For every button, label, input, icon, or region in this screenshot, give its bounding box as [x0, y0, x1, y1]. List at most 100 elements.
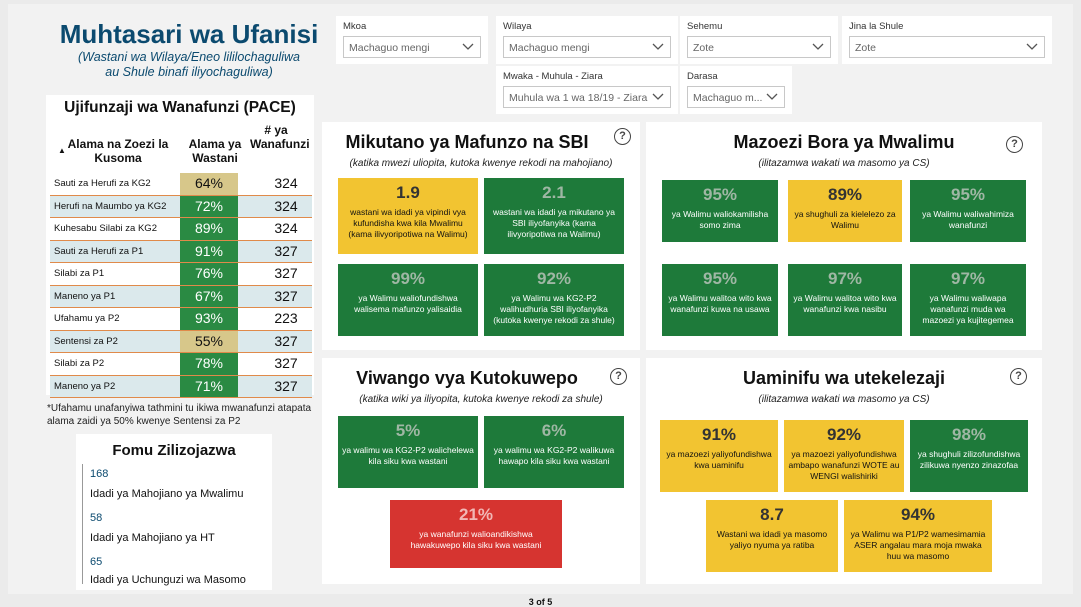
metric-value: 91%: [701, 425, 737, 444]
filter-mwaka[interactable]: Mwaka - Muhula - Ziara Muhula wa 1 wa 18…: [496, 66, 678, 114]
metric-card: 1.9 wastani wa idadi ya vipindi vya kufu…: [338, 178, 478, 254]
metric-desc: ya shughuli zilizofundishwa zilikuwa nye…: [917, 449, 1021, 470]
mkoa-dropdown[interactable]: Machaguo mengi: [343, 36, 481, 58]
metric-value: 92%: [826, 425, 862, 444]
sort-ascending-icon[interactable]: ▲: [58, 146, 66, 155]
metric-value: 94%: [900, 505, 936, 524]
row-name: Sauti za Herufi za KG2: [54, 178, 151, 189]
mwaka-dropdown[interactable]: Muhula wa 1 wa 18/19 - Ziara ya 1: [503, 86, 671, 108]
panel-subtitle: (ilitazamwa wakati wa masomo ya CS): [758, 158, 930, 169]
metric-value: 6%: [541, 421, 567, 440]
filter-label: Wilaya: [503, 21, 532, 32]
metric-value: 21%: [458, 505, 494, 524]
metric-value: 95%: [950, 185, 986, 204]
metric-card: 92% ya Walimu wa KG2-P2 walihudhuria SBI…: [484, 264, 624, 336]
filter-label: Jina la Shule: [849, 21, 904, 32]
row-name: Silabi za P2: [54, 358, 105, 369]
panel-subtitle: (ilitazamwa wakati wa masomo ya CS): [758, 394, 930, 405]
table-row: Maneno ya P2 71% 327: [50, 375, 312, 398]
row-count: 327: [274, 242, 298, 259]
pace-rows: Sauti za Herufi za KG2 64% 324 Herufi na…: [50, 173, 312, 398]
metric-desc: ya wanafunzi walioandikishwa hawakuwepo …: [410, 529, 542, 550]
page-title: Muhtasari wa Ufanisi: [59, 19, 319, 49]
filter-wilaya[interactable]: Wilaya Machaguo mengi: [496, 16, 678, 64]
metric-desc: ya Walimu walitoa wito kwa wanafunzi kwa…: [793, 293, 897, 314]
panel-uaminifu: Uaminifu wa utekelezaji ? (ilitazamwa wa…: [646, 358, 1042, 584]
filter-label: Darasa: [687, 71, 718, 82]
metric-card: 95% ya Walimu waliokamilisha somo zima: [662, 180, 778, 242]
metric-value: 95%: [702, 185, 738, 204]
filter-shule[interactable]: Jina la Shule Zote: [842, 16, 1052, 64]
metric-desc: ya Walimu waliofundishwa walisema mafunz…: [354, 293, 462, 314]
metric-card: 21% ya wanafunzi walioandikishwa hawakuw…: [390, 500, 562, 568]
table-row: Maneno ya P1 67% 327: [50, 285, 312, 308]
dropdown-value: Zote: [693, 42, 715, 54]
metric-card: 97% ya Walimu walitoa wito kwa wanafunzi…: [788, 264, 902, 336]
metric-card: 8.7 Wastani wa idadi ya masomo yaliyo ny…: [706, 500, 838, 572]
help-icon[interactable]: ?: [1010, 368, 1027, 385]
dropdown-value: Machaguo m...: [693, 92, 762, 104]
row-count: 324: [274, 175, 298, 191]
panel-sbi: Mikutano ya Mafunzo na SBI ? (katika mwe…: [322, 122, 640, 350]
forms-count: 58: [90, 512, 103, 524]
metric-card: 97% ya Walimu waliwapa wanafunzi muda wa…: [910, 264, 1026, 336]
metric-value: 8.7: [760, 505, 784, 524]
dropdown-value: Machaguo mengi: [509, 42, 590, 54]
metric-card: 94% ya Walimu wa P1/P2 wamesimamia ASER …: [844, 500, 992, 572]
dropdown-value: Muhula wa 1 wa 18/19 - Ziara ya 1: [509, 92, 648, 104]
panel-title: Uaminifu wa utekelezaji: [742, 368, 946, 388]
panel-viwango: Viwango vya Kutokuwepo ? (katika wiki ya…: [322, 358, 640, 584]
metric-value: 89%: [827, 185, 863, 204]
row-count: 327: [274, 355, 298, 371]
metric-desc: ya Walimu wa P1/P2 wamesimamia ASER anga…: [850, 529, 986, 561]
row-score: 72%: [180, 195, 238, 217]
metric-card: 92% ya mazoezi yaliyofundishwa ambapo wa…: [784, 420, 904, 492]
row-name: Sentensi za P2: [54, 335, 118, 347]
col-header-alama[interactable]: Alama ya Wastani: [184, 137, 246, 165]
help-icon[interactable]: ?: [610, 368, 627, 385]
metric-desc: ya mazoezi yaliyofundishwa kwa uaminifu: [666, 449, 772, 470]
row-count: 324: [274, 197, 298, 214]
row-score: 55%: [180, 330, 238, 352]
filter-sehemu[interactable]: Sehemu Zote: [680, 16, 838, 64]
row-name: Ufahamu ya P2: [54, 313, 120, 324]
forms-title: Fomu Zilizojazwa: [112, 442, 236, 459]
table-row: Ufahamu ya P2 93% 223: [50, 308, 312, 331]
metric-desc: ya walimu wa KG2-P2 walichelewa kila sik…: [342, 445, 474, 466]
chevron-down-icon: [652, 43, 664, 50]
help-icon[interactable]: ?: [614, 128, 631, 145]
wilaya-dropdown[interactable]: Machaguo mengi: [503, 36, 671, 58]
forms-label: Idadi ya Uchunguzi wa Masomo: [90, 574, 246, 586]
row-name: Silabi za P1: [54, 268, 105, 279]
metric-desc: ya mazoezi yaliyofundishwa ambapo wanafu…: [788, 449, 900, 481]
metric-desc: wastani wa idadi ya mikutano ya SBI iliy…: [493, 207, 615, 239]
row-name: Herufi na Maumbo ya KG2: [54, 200, 167, 212]
filter-label: Mkoa: [343, 21, 367, 32]
page-indicator[interactable]: 3 of 5: [0, 597, 1081, 607]
col-header-zoezi[interactable]: Alama na Zoezi la Kusoma: [54, 137, 182, 165]
panel-title: Mazoezi Bora ya Mwalimu: [733, 132, 955, 152]
row-count: 223: [274, 310, 298, 326]
filter-mkoa[interactable]: Mkoa Machaguo mengi: [336, 16, 488, 64]
metric-value: 1.9: [396, 183, 420, 202]
col-header-wanafunzi[interactable]: # ya Wanafunzi: [250, 123, 310, 151]
row-score: 89%: [180, 218, 238, 240]
metric-card: 91% ya mazoezi yaliyofundishwa kwa uamin…: [660, 420, 778, 492]
table-row: Sauti za Herufi za P1 91% 327: [50, 240, 312, 263]
metric-card: 2.1 wastani wa idadi ya mikutano ya SBI …: [484, 178, 624, 254]
shule-dropdown[interactable]: Zote: [849, 36, 1045, 58]
metric-card: 95% ya Walimu waliwahimiza wanafunzi: [910, 180, 1026, 242]
forms-label: Idadi ya Mahojiano ya HT: [90, 532, 215, 544]
help-icon[interactable]: ?: [1006, 136, 1023, 153]
metric-card: 6% ya walimu wa KG2-P2 walikuwa hawapo k…: [484, 416, 624, 488]
table-row: Silabi za P2 78% 327: [50, 353, 312, 376]
panel-title: Mikutano ya Mafunzo na SBI: [345, 132, 589, 152]
metric-value: 5%: [395, 421, 421, 440]
row-name: Kuhesabu Silabi za KG2: [54, 223, 157, 234]
filter-darasa[interactable]: Darasa Machaguo m...: [680, 66, 792, 114]
metric-desc: Wastani wa idadi ya masomo yaliyo nyuma …: [716, 529, 828, 550]
metric-card: 89% ya shughuli za kielelezo za Walimu: [788, 180, 902, 242]
table-row: Silabi za P1 76% 327: [50, 263, 312, 286]
darasa-dropdown[interactable]: Machaguo m...: [687, 86, 785, 108]
sehemu-dropdown[interactable]: Zote: [687, 36, 831, 58]
